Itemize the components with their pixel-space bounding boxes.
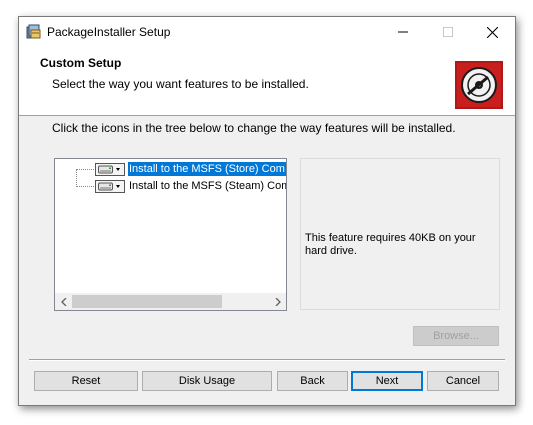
tree-connector (76, 186, 94, 187)
feature-tree[interactable]: Install to the MSFS (Store) Com Install … (54, 158, 287, 311)
installer-app-icon (26, 24, 41, 39)
drive-icon[interactable] (95, 162, 125, 176)
feature-description-panel: This feature requires 40KB on your hard … (300, 158, 500, 310)
divider (29, 359, 505, 361)
scroll-right-icon[interactable] (269, 293, 286, 310)
close-icon (487, 26, 498, 38)
maximize-button (425, 17, 470, 47)
instruction-text: Click the icons in the tree below to cha… (52, 121, 456, 135)
page-subtitle: Select the way you want features to be i… (52, 77, 309, 91)
cancel-button[interactable]: Cancel (427, 371, 499, 391)
scroll-left-icon[interactable] (55, 293, 72, 310)
setup-window: PackageInstaller Setup Custom Setup Sele… (18, 16, 516, 406)
tree-item-store[interactable]: Install to the MSFS (Store) Com (95, 162, 286, 176)
tree-connector (76, 169, 77, 187)
tree-item-label[interactable]: Install to the MSFS (Store) Com (128, 162, 286, 176)
disc-icon (455, 61, 503, 109)
scroll-thumb[interactable] (72, 295, 222, 308)
page-title: Custom Setup (40, 56, 122, 70)
tree-connector (76, 169, 94, 170)
minimize-button[interactable] (380, 17, 425, 47)
window-title: PackageInstaller Setup (47, 25, 171, 39)
browse-button: Browse... (413, 326, 499, 346)
tree-item-label[interactable]: Install to the MSFS (Steam) Com (128, 179, 286, 193)
minimize-icon (397, 31, 408, 33)
title-bar[interactable]: PackageInstaller Setup (19, 17, 515, 47)
disk-usage-button[interactable]: Disk Usage (142, 371, 272, 391)
close-button[interactable] (470, 17, 515, 47)
next-button[interactable]: Next (351, 371, 423, 391)
reset-button[interactable]: Reset (34, 371, 138, 391)
header-banner: Custom Setup Select the way you want fea… (19, 47, 515, 116)
drive-dropdown-icon (98, 165, 120, 173)
back-button[interactable]: Back (277, 371, 348, 391)
maximize-icon (442, 27, 453, 37)
feature-description: This feature requires 40KB on your hard … (305, 232, 476, 257)
tree-item-steam[interactable]: Install to the MSFS (Steam) Com (95, 179, 286, 193)
horizontal-scrollbar[interactable] (55, 293, 286, 310)
drive-icon[interactable] (95, 179, 125, 193)
drive-dropdown-icon (98, 182, 120, 190)
